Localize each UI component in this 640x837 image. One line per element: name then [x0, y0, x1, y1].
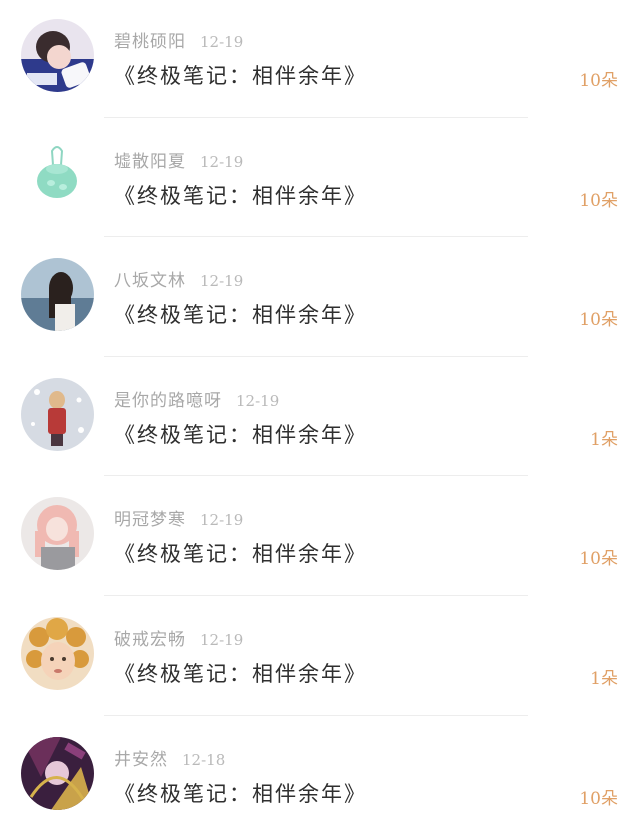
list-item[interactable]: 破戒宏畅 12-19 《终极笔记：相伴余年》 1朵 — [0, 598, 640, 718]
gift-date: 12-19 — [200, 152, 244, 171]
gift-amount: 10朵 — [579, 788, 618, 809]
avatar[interactable] — [21, 497, 94, 571]
username[interactable]: 碧桃硕阳 12-19 — [114, 27, 243, 52]
book-title[interactable]: 《终极笔记：相伴余年》 — [114, 60, 367, 90]
winter-figure-icon — [21, 377, 94, 451]
gift-date: 12-18 — [182, 750, 226, 769]
gift-amount: 10朵 — [579, 310, 618, 331]
gift-amount: 1朵 — [590, 668, 618, 689]
green-bag-icon — [21, 138, 94, 212]
gift-amount: 1朵 — [590, 429, 618, 450]
username-text: 八坂文林 — [114, 271, 186, 292]
book-title[interactable]: 《终极笔记：相伴余年》 — [114, 658, 367, 688]
username-text: 井安然 — [114, 749, 168, 770]
username[interactable]: 井安然 12-18 — [114, 745, 225, 770]
username-text: 是你的路噫呀 — [114, 390, 222, 411]
avatar[interactable] — [21, 377, 94, 451]
avatar[interactable] — [21, 19, 94, 92]
avatar[interactable] — [21, 736, 94, 810]
avatar[interactable] — [21, 138, 94, 212]
book-title[interactable]: 《终极笔记：相伴余年》 — [114, 419, 367, 449]
list-item[interactable]: 碧桃硕阳 12-19 《终极笔记：相伴余年》 10朵 — [0, 0, 640, 120]
gift-date: 12-19 — [200, 511, 244, 530]
avatar-girl-icon — [21, 19, 94, 92]
username-text: 明冠梦寒 — [114, 510, 186, 531]
list-item[interactable]: 是你的路噫呀 12-19 《终极笔记：相伴余年》 1朵 — [0, 359, 640, 479]
divider — [104, 714, 528, 716]
divider — [104, 236, 528, 238]
girl-seaside-icon — [21, 258, 94, 332]
username[interactable]: 明冠梦寒 12-19 — [114, 505, 243, 530]
avatar[interactable] — [21, 258, 94, 332]
username-text: 墟散阳夏 — [114, 151, 186, 172]
gift-date: 12-19 — [236, 391, 280, 410]
gift-amount: 10朵 — [579, 549, 618, 570]
list-item[interactable]: 明冠梦寒 12-19 《终极笔记：相伴余年》 10朵 — [0, 478, 640, 598]
username[interactable]: 八坂文林 12-19 — [114, 266, 243, 291]
divider — [104, 355, 528, 357]
book-title[interactable]: 《终极笔记：相伴余年》 — [114, 180, 367, 210]
book-title[interactable]: 《终极笔记：相伴余年》 — [114, 778, 367, 808]
gift-amount: 10朵 — [579, 190, 618, 211]
divider — [104, 475, 528, 477]
list-item[interactable]: 墟散阳夏 12-19 《终极笔记：相伴余年》 10朵 — [0, 120, 640, 240]
pink-hair-girl-icon — [21, 497, 94, 571]
gift-date: 12-19 — [200, 630, 244, 649]
anime-art-icon — [21, 736, 94, 810]
divider — [104, 594, 528, 596]
book-title[interactable]: 《终极笔记：相伴余年》 — [114, 538, 367, 568]
gift-list: 碧桃硕阳 12-19 《终极笔记：相伴余年》 10朵 墟散阳夏 12-19 《终极笔… — [0, 0, 640, 837]
username[interactable]: 是你的路噫呀 12-19 — [114, 386, 279, 411]
list-item[interactable]: 井安然 12-18 《终极笔记：相伴余年》 10朵 — [0, 718, 640, 837]
list-item[interactable]: 八坂文林 12-19 《终极笔记：相伴余年》 10朵 — [0, 239, 640, 359]
divider — [104, 116, 528, 118]
curly-hair-child-icon — [21, 616, 94, 690]
username-text: 碧桃硕阳 — [114, 32, 186, 52]
gift-date: 12-19 — [200, 33, 244, 51]
username[interactable]: 破戒宏畅 12-19 — [114, 625, 243, 650]
username-text: 破戒宏畅 — [114, 629, 186, 650]
book-title[interactable]: 《终极笔记：相伴余年》 — [114, 299, 367, 329]
gift-date: 12-19 — [200, 272, 244, 291]
avatar[interactable] — [21, 616, 94, 690]
gift-amount: 10朵 — [579, 71, 618, 91]
username[interactable]: 墟散阳夏 12-19 — [114, 147, 243, 172]
